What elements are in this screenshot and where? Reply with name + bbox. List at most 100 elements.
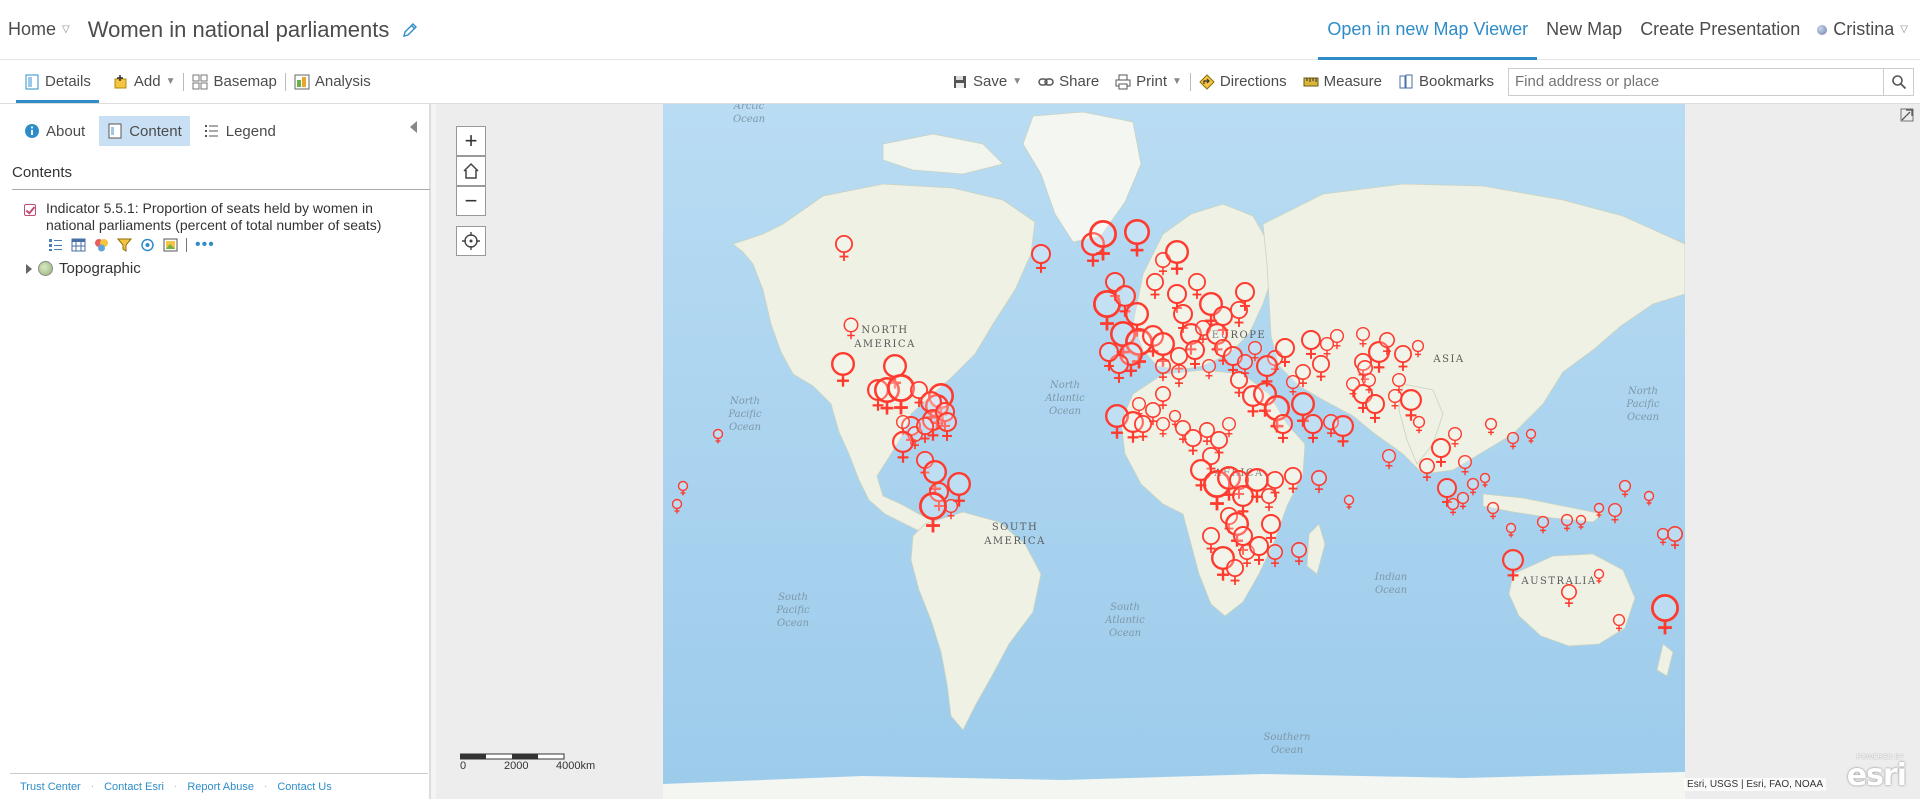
label-north-pacific-ocean-east: North Pacific Ocean [1625,386,1660,423]
label-australia: AUSTRALIA [1520,576,1596,587]
scale-label-4000: 4000km [556,760,596,772]
trust-center-link[interactable]: Trust Center [10,781,91,793]
world-map[interactable]: Arctic Ocean North Pacific Ocean North Atlan… [663,104,1685,799]
expand-arrow-icon[interactable] [26,263,32,274]
locate-crosshair-icon [462,232,480,250]
more-options-icon[interactable]: ••• [195,237,215,253]
map-title: Women in national parliaments [87,16,390,42]
layer-tools: ••• [48,237,429,253]
map-attribution[interactable]: Esri, USGS | Esri, FAO, NOAA [1684,778,1826,791]
link-icon [1038,77,1054,86]
label-south-pacific-ocean: South Pacific Ocean [775,592,810,629]
tab-legend[interactable]: Legend [196,116,284,146]
scale-bar [460,753,565,760]
details-button[interactable]: Details [16,60,99,103]
scale-label-2000: 2000 [504,760,529,772]
report-abuse-link[interactable]: Report Abuse [177,781,264,793]
label-arctic-ocean: Arctic Ocean [733,104,765,125]
new-map-link[interactable]: New Map [1537,0,1631,60]
bookmarks-button[interactable]: Bookmarks [1390,60,1502,103]
home-extent-button[interactable] [456,156,486,186]
analysis-label: Analysis [314,73,371,90]
measure-icon [1303,77,1319,86]
chevron-down-icon: ▼ [1172,76,1182,87]
tab-about[interactable]: About [16,116,93,146]
basemap-globe-icon [38,261,53,276]
share-button[interactable]: Share [1030,60,1107,103]
zoom-in-button[interactable]: + [456,126,486,156]
chevron-down-icon: ▼ [165,76,176,87]
label-south-atlantic-ocean: South Atlantic Ocean [1104,602,1145,639]
pencil-icon[interactable] [401,21,419,39]
save-icon [954,75,967,88]
layer-name[interactable]: Indicator 5.5.1: Proportion of seats hel… [46,200,416,234]
panel-footer: Trust Center · Contact Esri · Report Abu… [10,773,428,799]
basemap-grid-icon [192,74,208,89]
tab-content-label: Content [129,122,182,140]
printer-icon [1115,74,1131,89]
perform-analysis-icon[interactable] [140,238,155,252]
add-label: Add [133,73,161,90]
app-header: Home ▽ Women in national parliaments Ope… [0,0,1920,60]
show-legend-icon[interactable] [48,238,63,252]
bookmarks-label: Bookmarks [1418,73,1494,90]
add-button[interactable]: Add ▼ [105,60,184,103]
basemap-layer-name[interactable]: Topographic [59,260,141,277]
tab-legend-label: Legend [225,122,276,140]
map-view[interactable]: Arctic Ocean North Pacific Ocean North Atlan… [436,104,1920,799]
directions-button[interactable]: Directions [1191,60,1295,103]
user-name: Cristina [1833,19,1895,39]
user-menu[interactable]: Cristina ▽ [1809,19,1920,40]
save-button[interactable]: Save ▼ [944,60,1030,103]
contact-esri-link[interactable]: Contact Esri [94,781,174,793]
details-icon [25,74,39,89]
directions-label: Directions [1219,73,1287,90]
zoom-out-button[interactable]: − [456,186,486,216]
expand-map-icon[interactable] [1900,108,1914,122]
layer-visibility-checkbox[interactable] [24,204,36,216]
search-button[interactable] [1884,67,1914,96]
chevron-down-icon: ▼ [1012,76,1023,87]
info-icon [25,124,39,138]
locate-button[interactable] [456,226,486,256]
avatar [1817,24,1828,35]
map-image-icon[interactable] [163,238,178,252]
open-new-map-viewer-link[interactable]: Open in new Map Viewer [1318,0,1538,60]
layer-item: Indicator 5.5.1: Proportion of seats hel… [24,200,429,234]
home-label: Home [8,19,57,39]
print-button[interactable]: Print ▼ [1107,60,1190,103]
basemap-layer-item: Topographic [26,260,429,277]
search-icon [1891,74,1906,89]
map-toolbar: Details Add ▼ Basemap Analysis Save ▼ Sh… [0,60,1920,104]
chevron-down-icon: ▽ [1900,24,1908,35]
basemap-button[interactable]: Basemap [184,60,284,103]
create-presentation-link[interactable]: Create Presentation [1631,0,1809,60]
tab-content[interactable]: Content [99,116,190,146]
tools-divider [186,238,187,252]
analysis-icon [294,74,310,89]
contact-us-link[interactable]: Contact Us [267,781,341,793]
search-box [1508,67,1914,96]
basemap-label: Basemap [213,73,277,90]
home-menu[interactable]: Home ▽ [8,19,70,40]
contents-heading: Contents [12,164,430,190]
table-icon[interactable] [71,238,86,252]
directions-icon [1199,73,1215,90]
measure-button[interactable]: Measure [1295,60,1390,103]
filter-icon[interactable] [117,238,132,252]
content-icon [108,123,122,139]
collapse-panel-icon[interactable] [410,121,417,133]
label-north-atlantic-ocean: North Atlantic Ocean [1044,380,1085,417]
add-layer-icon [114,74,127,88]
details-label: Details [45,73,91,90]
change-style-icon[interactable] [94,238,109,252]
esri-logo[interactable]: esri [1847,758,1907,793]
side-panel: About Content Legend Contents Indicator … [4,104,430,799]
search-input[interactable] [1508,67,1884,96]
panel-tabs: About Content Legend [16,116,429,146]
analysis-button[interactable]: Analysis [286,60,379,103]
tab-about-label: About [46,122,86,140]
legend-list-icon [204,125,218,137]
label-north-pacific-ocean: North Pacific Ocean [727,396,762,433]
label-asia: ASIA [1432,354,1464,365]
